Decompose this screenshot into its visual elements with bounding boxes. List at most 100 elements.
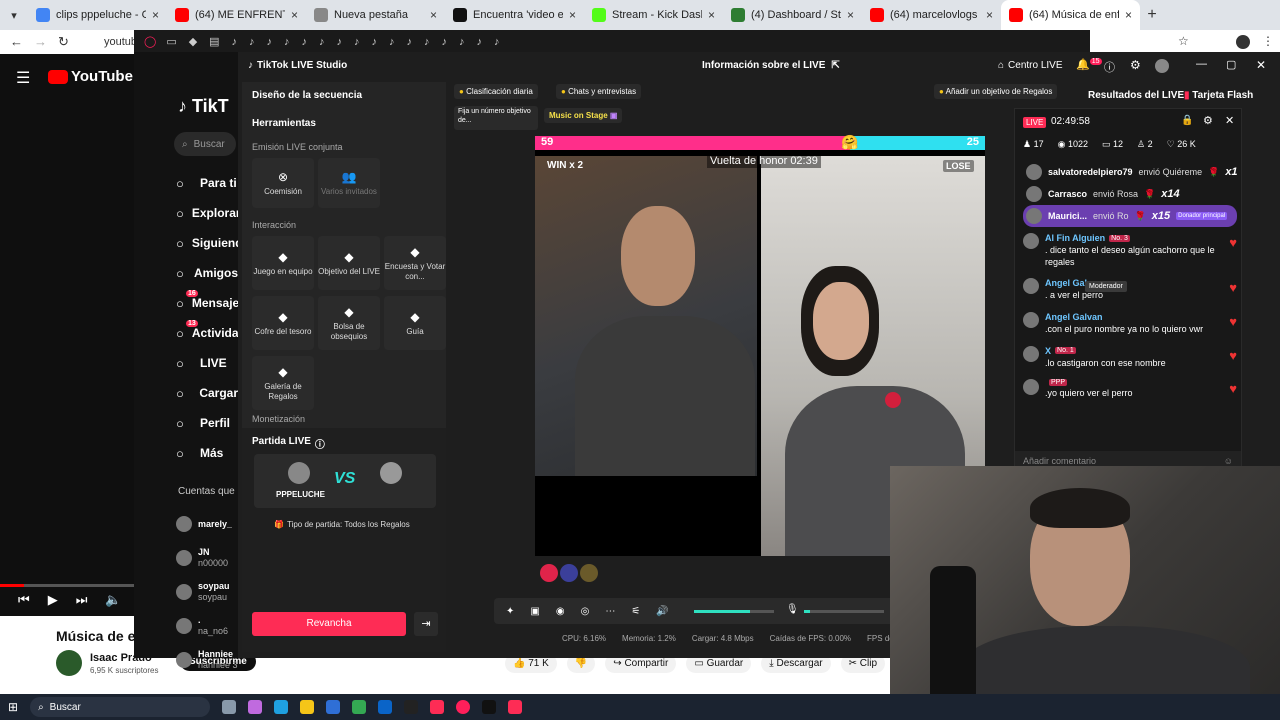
account-item[interactable]: JN n00000: [176, 541, 238, 575]
mic-icon[interactable]: 🎙: [786, 604, 799, 615]
volume-icon[interactable]: 🔈: [105, 592, 121, 608]
heart-icon[interactable]: ♥: [1229, 314, 1237, 329]
nav-item[interactable]: ○ Para ti: [176, 168, 238, 198]
forward-icon[interactable]: →: [34, 34, 47, 49]
nav-item[interactable]: ○ Mensajes 16: [176, 288, 246, 318]
previous-icon[interactable]: ⏮: [18, 592, 30, 608]
minimize-icon[interactable]: —: [1196, 58, 1207, 70]
tool-bag[interactable]: ◆ Bolsa de obsequios: [318, 296, 380, 350]
next-icon[interactable]: ⏭: [76, 592, 88, 608]
gift-goal-button[interactable]: ● Añadir un objetivo de Regalos: [934, 84, 1058, 99]
obs-icon[interactable]: [404, 700, 419, 714]
account-item[interactable]: marely_: [176, 507, 238, 541]
nav-item[interactable]: ○ Actividad 13: [176, 318, 246, 348]
tab-list-button[interactable]: ▾: [0, 9, 28, 22]
channel-avatar[interactable]: [56, 650, 82, 676]
menu-icon[interactable]: ⋮: [1262, 34, 1274, 48]
chat-username[interactable]: Angel Galvan: [1045, 312, 1103, 322]
exit-match-button[interactable]: ⇥: [414, 612, 438, 636]
tool-joystick[interactable]: ◆ Juego en equipo: [252, 236, 314, 290]
mic-slider[interactable]: [804, 610, 884, 613]
browser-tab[interactable]: (64) Música de enfrentam ×: [1001, 0, 1140, 30]
close-tab-icon[interactable]: ×: [708, 8, 715, 22]
browser-tab[interactable]: Encuentra 'video editado ×: [445, 0, 584, 30]
profile-avatar[interactable]: [1236, 35, 1250, 49]
close-tab-icon[interactable]: ×: [152, 8, 159, 22]
record-icon[interactable]: ◉: [556, 606, 565, 617]
share-icon[interactable]: ⇱: [831, 60, 839, 71]
explorer-icon[interactable]: [300, 700, 315, 714]
chat-message[interactable]: PPP .yo quiero ver el perro ♥: [1023, 379, 1237, 400]
chip-chats[interactable]: ● Chats y entrevistas: [556, 84, 642, 99]
text-app-icon[interactable]: [508, 700, 523, 714]
opera-icon[interactable]: ◯: [144, 35, 156, 48]
bookmark-icon[interactable]: ☆: [1178, 34, 1189, 48]
tiktok-icon[interactable]: [430, 700, 445, 714]
gift-row[interactable]: Carrasco envió Rosa 🌹 x14: [1023, 183, 1237, 205]
speaker-icon[interactable]: 🔊: [656, 606, 668, 617]
chat-message[interactable]: Angel Galvan. a ver el perro ♥: [1023, 278, 1237, 302]
nav-item[interactable]: ○ LIVE: [176, 348, 238, 378]
play-icon[interactable]: ▶: [48, 592, 58, 608]
windows-icon[interactable]: ⊞: [8, 700, 18, 714]
tool-poll[interactable]: ◆ Encuesta y Votar con...: [384, 236, 446, 290]
app-icon[interactable]: [482, 700, 497, 714]
nav-item[interactable]: ○ Cargar: [176, 378, 238, 408]
settings-icon[interactable]: ⚙: [1203, 114, 1213, 127]
browser-tab[interactable]: Stream - Kick Dashboard ×: [584, 0, 723, 30]
close-tab-icon[interactable]: ×: [430, 8, 437, 22]
user-avatar[interactable]: [1155, 59, 1169, 73]
tiktok-logo[interactable]: ♪ TikT: [178, 96, 229, 117]
coemision-button[interactable]: ⊗ Coemisión: [252, 158, 314, 208]
info-icon[interactable]: ⓘ: [315, 436, 325, 451]
task-view-icon[interactable]: [222, 700, 237, 714]
heart-icon[interactable]: ♥: [1229, 381, 1237, 396]
rematch-button[interactable]: Revancha: [252, 612, 406, 636]
browser-tab[interactable]: clips pppeluche - Google ×: [28, 0, 167, 30]
close-tab-icon[interactable]: ×: [986, 8, 993, 22]
close-tab-icon[interactable]: ×: [847, 8, 854, 22]
nav-item[interactable]: ○ Explorar: [176, 198, 241, 228]
browser-tab[interactable]: Nueva pestaña ×: [306, 0, 445, 30]
maximize-icon[interactable]: ▢: [1226, 58, 1236, 71]
back-icon[interactable]: ←: [10, 34, 23, 49]
emoji-icon[interactable]: ☺: [1224, 456, 1233, 466]
edge-icon[interactable]: [274, 700, 289, 714]
tool-chest[interactable]: ◆ Cofre del tesoro: [252, 296, 314, 350]
nav-item[interactable]: ○ Siguiendo: [176, 228, 250, 258]
tool-gift-gallery[interactable]: ◆ Galería de Regalos: [252, 356, 314, 410]
chat-username[interactable]: X: [1045, 346, 1051, 356]
tool-target[interactable]: ◆ Objetivo del LIVE: [318, 236, 380, 290]
centro-live-button[interactable]: ⌂ Centro LIVE: [998, 60, 1063, 71]
gift-row[interactable]: Maurici... envió Ro 🌹 x15 Donador principal: [1023, 205, 1237, 227]
youtube-logo[interactable]: YouTube MX: [48, 68, 146, 85]
browser-tab[interactable]: (64) marcelovlogs - YouTu ×: [862, 0, 1001, 30]
hamburger-icon[interactable]: ☰: [16, 68, 30, 88]
close-tab-icon[interactable]: ×: [291, 8, 298, 22]
close-icon[interactable]: ✕: [1256, 58, 1266, 72]
account-item[interactable]: . na_no6: [176, 609, 238, 643]
camera-icon[interactable]: ◎: [581, 606, 590, 617]
magic-icon[interactable]: ✦: [506, 606, 514, 617]
live-info-title[interactable]: Información sobre el LIVE ⇱: [702, 60, 840, 71]
store-icon[interactable]: [326, 700, 341, 714]
help-icon[interactable]: ⓘ: [1104, 59, 1115, 75]
chat-username[interactable]: Al Fin Alguien: [1045, 233, 1105, 243]
browser-tab[interactable]: (64) ME ENFRENTO A DUI ×: [167, 0, 306, 30]
more-icon[interactable]: ⋯: [605, 606, 615, 617]
lock-icon[interactable]: 🔒: [1181, 115, 1193, 126]
close-tab-icon[interactable]: ×: [569, 8, 576, 22]
layout-icon[interactable]: ▣: [530, 606, 539, 617]
tune-icon[interactable]: ⚟: [631, 606, 640, 617]
heart-icon[interactable]: ♥: [1229, 348, 1237, 363]
taskbar-search[interactable]: ⌕ Buscar: [30, 697, 211, 717]
gift-row[interactable]: salvatoredelpiero79 envió Quiéreme 🌹 x1: [1023, 161, 1238, 183]
reload-icon[interactable]: ↻: [58, 34, 69, 50]
video-progress-bar[interactable]: [0, 584, 134, 587]
chat-message[interactable]: Al Fin Alguien No. 3 . dice tanto el deseo…: [1023, 233, 1237, 268]
chip-daily-ranking[interactable]: ● Clasificación diaria: [454, 84, 538, 99]
account-item[interactable]: Hannieehanniee 369: [176, 643, 238, 677]
account-item[interactable]: soypau soypau: [176, 575, 238, 609]
copilot-icon[interactable]: [248, 700, 263, 714]
multi-guest-button[interactable]: 👥 Varios invitados: [318, 158, 380, 208]
